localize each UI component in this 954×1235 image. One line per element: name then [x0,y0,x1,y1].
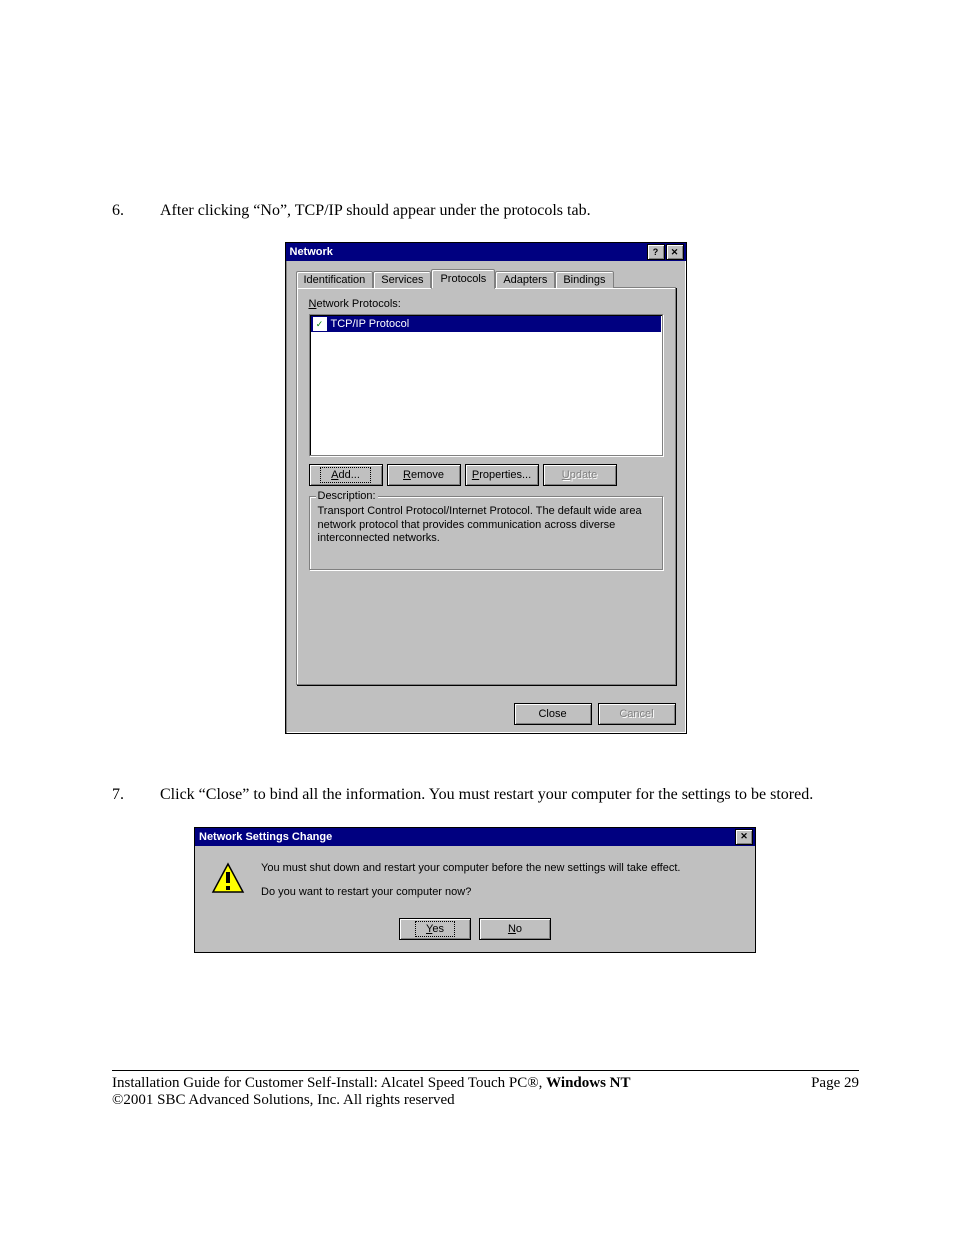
step-number: 6. [112,200,160,222]
list-item[interactable]: ✓ TCP/IP Protocol [311,316,661,332]
dialog-title: Network [290,246,333,258]
network-dialog: Network ? ✕ Identification Services Prot… [285,242,687,734]
tab-adapters[interactable]: Adapters [495,271,555,288]
tab-identification[interactable]: Identification [296,271,374,288]
footer-line1-bold: Windows NT [546,1075,630,1091]
description-legend: Description: [316,490,378,502]
yes-button[interactable]: Yes [399,918,471,940]
tab-services[interactable]: Services [373,271,431,288]
step-7: 7. Click “Close” to bind all the informa… [112,784,859,806]
description-fieldset: Description: Transport Control Protocol/… [309,496,663,570]
tab-row: Identification Services Protocols Adapte… [296,269,676,288]
protocols-listbox[interactable]: ✓ TCP/IP Protocol [309,314,663,456]
close-button[interactable]: Close [514,703,592,725]
restart-messagebox: Network Settings Change ✕ You must shut … [194,827,756,953]
step-text: Click “Close” to bind all the informatio… [160,784,859,806]
page-number: Page 29 [811,1075,859,1109]
footer-line1-left: Installation Guide for Customer Self-Ins… [112,1075,546,1091]
step-6: 6. After clicking “No”, TCP/IP should ap… [112,200,859,222]
description-text: Transport Control Protocol/Internet Prot… [318,505,654,545]
dialog-title: Network Settings Change [199,831,332,843]
message-line2: Do you want to restart your computer now… [261,886,680,898]
titlebar[interactable]: Network Settings Change ✕ [195,828,755,846]
tab-bindings[interactable]: Bindings [555,271,613,288]
add-button[interactable]: Add... [309,464,383,486]
list-item-label: TCP/IP Protocol [331,318,410,330]
close-icon[interactable]: ✕ [735,829,753,845]
help-button[interactable]: ? [647,244,665,260]
message-line1: You must shut down and restart your comp… [261,862,680,874]
remove-button[interactable]: Remove [387,464,461,486]
footer-line2: ©2001 SBC Advanced Solutions, Inc. All r… [112,1092,631,1109]
titlebar[interactable]: Network ? ✕ [286,243,686,261]
tab-panel: Network Protocols: ✓ TCP/IP Protocol Add… [296,287,676,685]
properties-button[interactable]: Properties... [465,464,539,486]
tab-protocols[interactable]: Protocols [431,269,495,289]
step-number: 7. [112,784,160,806]
page-footer: Installation Guide for Customer Self-Ins… [112,1070,859,1109]
protocols-label: Network Protocols: [309,298,663,310]
no-button[interactable]: No [479,918,551,940]
close-icon[interactable]: ✕ [666,244,684,260]
step-text: After clicking “No”, TCP/IP should appea… [160,200,859,222]
warning-icon [211,862,245,896]
protocol-icon: ✓ [313,317,327,331]
update-button: Update [543,464,617,486]
cancel-button: Cancel [598,703,676,725]
